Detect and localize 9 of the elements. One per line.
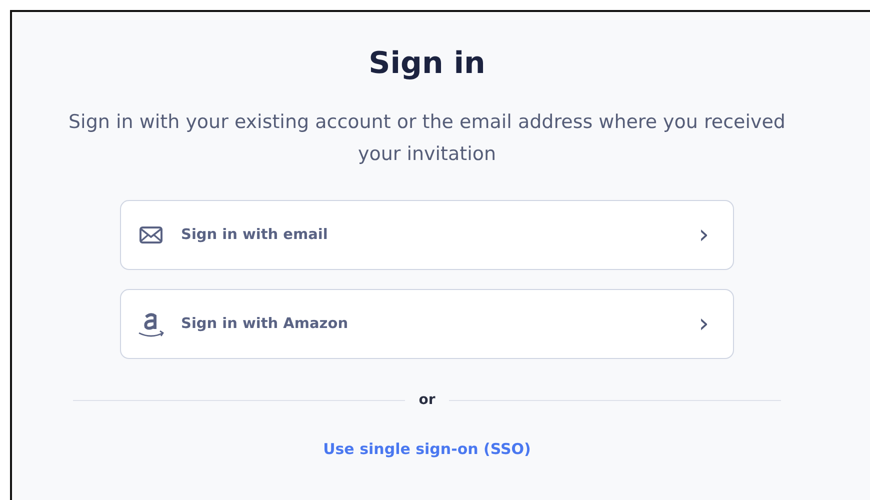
sign-in-option-button[interactable]: Sign in with Amazon ›	[120, 289, 734, 359]
sign-in-option-button[interactable]: Sign in with email ›	[120, 200, 734, 270]
page-title: Sign in	[368, 45, 486, 83]
subtitle: Sign in with your existing account or the email address where you received your invitation	[68, 110, 786, 167]
divider-label: or	[418, 392, 436, 408]
envelope-icon	[139, 226, 163, 244]
chevron-icon: ›	[698, 222, 709, 248]
sso-link[interactable]: Use single sign-on (SSO)	[323, 440, 531, 458]
chevron-icon: ›	[698, 311, 709, 337]
